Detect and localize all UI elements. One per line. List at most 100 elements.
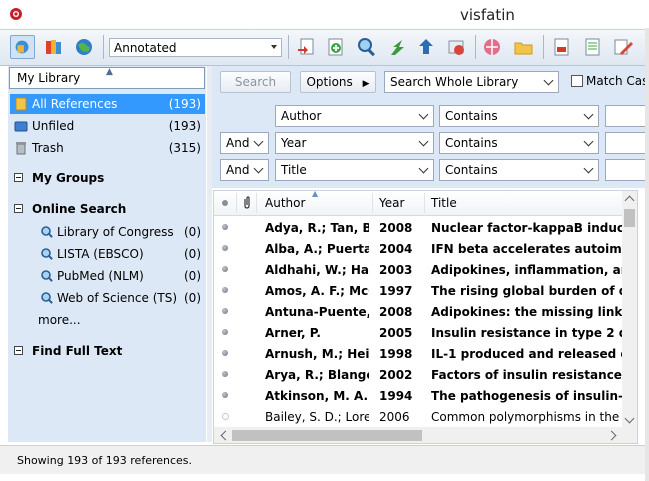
- cell-year: 1997: [379, 284, 413, 298]
- integrated-library-mode-icon[interactable]: [42, 35, 67, 59]
- read-status-icon[interactable]: [222, 413, 229, 420]
- cell-title: Factors of insulin resistance syndro: [431, 368, 623, 382]
- unread-status-icon[interactable]: [222, 392, 228, 398]
- scroll-left-icon[interactable]: [220, 430, 231, 441]
- online-search-mode-icon[interactable]: [72, 35, 97, 59]
- unread-status-icon[interactable]: [222, 350, 228, 356]
- column-header-author[interactable]: Author: [265, 196, 305, 210]
- output-style-select[interactable]: Annotated: [109, 38, 282, 57]
- table-row[interactable]: Antuna-Puente, ... 2008 Adipokines: the mi…: [214, 301, 624, 322]
- search-operator-value: Contains: [445, 109, 498, 123]
- search-operator-select-2[interactable]: Contains: [439, 132, 599, 154]
- search-icon: [41, 292, 53, 304]
- unread-status-icon[interactable]: [222, 245, 228, 251]
- open-folder-icon[interactable]: [511, 35, 536, 59]
- table-row[interactable]: Bailey, S. D.; Lore... 2006 Common polymor…: [214, 406, 624, 427]
- import-icon[interactable]: [294, 35, 319, 59]
- sidebar-item-count: (193): [168, 97, 201, 111]
- local-library-mode-icon[interactable]: [10, 35, 35, 59]
- unread-status-icon[interactable]: [222, 287, 228, 293]
- search-scope-select[interactable]: Search Whole Library: [384, 71, 559, 93]
- cell-year: 1998: [379, 347, 413, 361]
- collapse-icon[interactable]: [14, 204, 23, 213]
- library-selector[interactable]: My Library ▲: [9, 67, 205, 89]
- table-row[interactable]: Adya, R.; Tan, B. ... 2008 Nuclear factor-…: [214, 217, 624, 238]
- format-bibliography-icon[interactable]: [580, 35, 605, 59]
- table-row[interactable]: Aldhahi, W.; Ham... 2003 Adipokines, infla…: [214, 259, 624, 280]
- scroll-right-icon[interactable]: [606, 430, 617, 441]
- column-header-title[interactable]: Title: [431, 196, 457, 210]
- table-row[interactable]: Arner, P. 2005 Insulin resistance in type …: [214, 322, 624, 343]
- chevron-down-icon: [418, 136, 429, 147]
- status-bar: Showing 193 of 193 references.: [0, 445, 649, 474]
- attachment-icon[interactable]: [242, 196, 252, 210]
- table-row[interactable]: Amos, A. F.; McC... 1997 The rising global…: [214, 280, 624, 301]
- endnote-app-icon[interactable]: [8, 6, 24, 22]
- match-case-checkbox[interactable]: [571, 75, 583, 87]
- sidebar-item-unfiled[interactable]: Unfiled (193): [10, 116, 205, 136]
- chevron-down-icon: [418, 109, 429, 120]
- read-status-header-icon[interactable]: [222, 200, 228, 206]
- unread-status-icon[interactable]: [222, 308, 228, 314]
- table-row[interactable]: Atkinson, M. A.; ... 1994 The pathogenesis…: [214, 385, 624, 406]
- insert-citation-icon[interactable]: [549, 35, 574, 59]
- unread-status-icon[interactable]: [222, 224, 228, 230]
- table-row[interactable]: Arnush, M.; Heit... 1998 IL-1 produced and…: [214, 343, 624, 364]
- vertical-scrollbar[interactable]: [622, 191, 637, 429]
- scroll-thumb[interactable]: [624, 209, 635, 227]
- search-field-select-2[interactable]: Year: [275, 132, 434, 154]
- online-item-label: Web of Science (TS): [57, 291, 177, 305]
- search-scope-value: Search Whole Library: [390, 75, 519, 89]
- scroll-up-icon[interactable]: [624, 195, 635, 206]
- output-style-value: Annotated: [114, 41, 177, 55]
- search-boolean-select-3[interactable]: And: [220, 159, 269, 181]
- search-term-input-3[interactable]: [605, 159, 649, 181]
- online-item-lista-ebsco[interactable]: LISTA (EBSCO) (0): [40, 244, 205, 264]
- scroll-thumb[interactable]: [232, 430, 422, 441]
- toolbar-separator: [288, 35, 289, 59]
- table-row[interactable]: Arya, R.; Blanger... 2002 Factors of insul…: [214, 364, 624, 385]
- column-header-year[interactable]: Year: [379, 196, 404, 210]
- scroll-down-icon[interactable]: [624, 413, 635, 424]
- sidebar-item-label: Trash: [32, 141, 64, 155]
- collapse-icon[interactable]: [14, 173, 23, 182]
- table-row[interactable]: Alba, A.; Puertas,... 2004 IFN beta accele…: [214, 238, 624, 259]
- search-term-input-1[interactable]: [605, 105, 649, 127]
- sync-icon[interactable]: [444, 35, 469, 59]
- search-term-input-2[interactable]: [605, 132, 649, 154]
- unread-status-icon[interactable]: [222, 266, 228, 272]
- search-field-select-3[interactable]: Title: [275, 159, 434, 181]
- search-field-select-1[interactable]: Author: [275, 105, 434, 127]
- search-boolean-select-2[interactable]: And: [220, 132, 269, 154]
- cell-title: The rising global burden of diabete: [431, 284, 623, 298]
- cell-author: Adya, R.; Tan, B. ...: [265, 221, 369, 235]
- search-operator-select-3[interactable]: Contains: [439, 159, 599, 181]
- horizontal-scrollbar[interactable]: [214, 427, 622, 443]
- unread-status-icon[interactable]: [222, 329, 228, 335]
- options-button[interactable]: Options ▶: [300, 71, 376, 93]
- search-button[interactable]: Search: [220, 71, 291, 93]
- search-operator-value: Contains: [445, 136, 498, 150]
- more-online-link[interactable]: more...: [38, 313, 81, 327]
- cell-title: IFN beta accelerates autoimmune: [431, 242, 623, 256]
- share-icon[interactable]: [414, 35, 439, 59]
- new-reference-icon[interactable]: [323, 35, 348, 59]
- online-item-web-of-science[interactable]: Web of Science (TS) (0): [40, 288, 205, 308]
- unread-status-icon[interactable]: [222, 371, 228, 377]
- online-item-library-of-congress[interactable]: Library of Congress (0): [40, 222, 205, 242]
- collapse-caret-icon[interactable]: ▲: [106, 67, 113, 77]
- sidebar-item-all-references[interactable]: All References (193): [10, 94, 205, 114]
- column-divider: [424, 193, 425, 213]
- find-full-text-icon[interactable]: [354, 35, 379, 59]
- sidebar-item-trash[interactable]: Trash (315): [10, 138, 205, 158]
- status-text: Showing 193 of 193 references.: [17, 454, 193, 467]
- online-search-icon[interactable]: [384, 35, 409, 59]
- web-icon[interactable]: [480, 35, 505, 59]
- collapse-icon[interactable]: [14, 346, 23, 355]
- cell-year: 2008: [379, 305, 413, 319]
- edit-icon[interactable]: [610, 35, 635, 59]
- search-operator-select-1[interactable]: Contains: [439, 105, 599, 127]
- chevron-down-icon: [253, 136, 264, 147]
- column-divider: [256, 193, 257, 213]
- online-item-pubmed[interactable]: PubMed (NLM) (0): [40, 266, 205, 286]
